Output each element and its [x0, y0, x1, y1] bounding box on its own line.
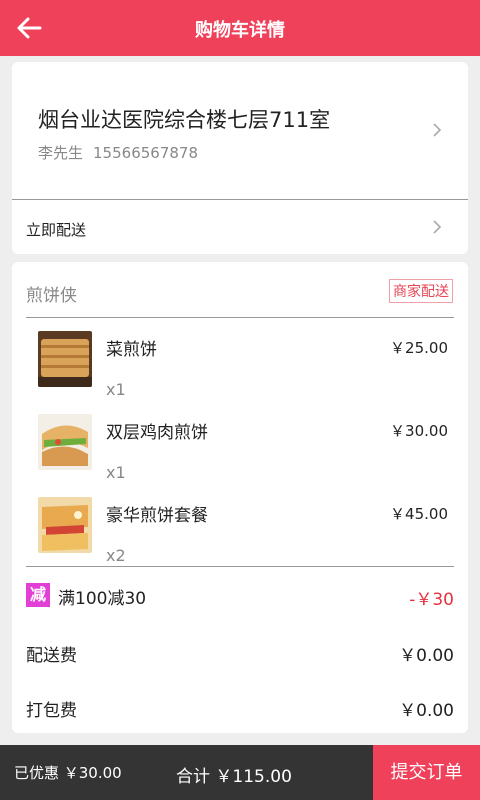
chevron-right-icon [430, 123, 444, 137]
item-price: ￥25.00 [390, 339, 448, 357]
promo-row: 减 满100减30 -￥30 [12, 577, 468, 617]
item-image [38, 414, 92, 470]
item-quantity: x1 [106, 463, 126, 482]
contact-name: 李先生 [38, 144, 84, 162]
item-price: ￥30.00 [390, 422, 448, 440]
item-quantity: x1 [106, 380, 126, 399]
item-name: 双层鸡肉煎饼 [106, 423, 208, 443]
order-card: 煎饼侠 商家配送 菜煎饼 ￥25.00 x1 双层鸡肉煎饼 ￥30.00 x1 … [12, 262, 468, 733]
order-total: 合计 ￥115.00 [176, 767, 292, 787]
cart-item: 双层鸡肉煎饼 ￥30.00 x1 [12, 414, 468, 494]
delivery-time-row[interactable]: 立即配送 [12, 200, 468, 254]
packing-fee-label: 打包费 [26, 701, 77, 721]
divider [26, 317, 454, 318]
delivery-fee-value: ￥0.00 [399, 646, 454, 666]
packing-fee-value: ￥0.00 [399, 701, 454, 721]
page-title: 购物车详情 [195, 20, 285, 41]
item-name: 豪华煎饼套餐 [106, 506, 208, 526]
promo-text: 满100减30 [58, 589, 147, 609]
top-bar: 购物车详情 [0, 0, 480, 56]
promo-badge: 减 [26, 583, 50, 607]
contact-info: 李先生 15566567878 [38, 142, 198, 163]
cart-item: 菜煎饼 ￥25.00 x1 [12, 331, 468, 411]
packing-fee-row: 打包费 ￥0.00 [12, 688, 468, 728]
checkout-bar: 已优惠 ￥30.00 合计 ￥115.00 提交订单 [0, 745, 480, 800]
discount-total: 已优惠 ￥30.00 [14, 764, 122, 782]
cart-item: 豪华煎饼套餐 ￥45.00 x2 [12, 497, 468, 577]
contact-phone: 15566567878 [93, 144, 198, 162]
address-line: 烟台业达医院综合楼七层711室 [38, 108, 331, 132]
item-image [38, 331, 92, 387]
item-name: 菜煎饼 [106, 340, 157, 360]
address-row[interactable]: 烟台业达医院综合楼七层711室 李先生 15566567878 [12, 62, 468, 199]
promo-amount: -￥30 [409, 590, 454, 610]
delivery-fee-row: 配送费 ￥0.00 [12, 633, 468, 673]
address-card: 烟台业达医院综合楼七层711室 李先生 15566567878 立即配送 [12, 62, 468, 254]
item-quantity: x2 [106, 546, 126, 565]
delivery-fee-label: 配送费 [26, 646, 77, 666]
item-price: ￥45.00 [390, 505, 448, 523]
shipping-tag: 商家配送 [389, 279, 453, 303]
submit-order-button[interactable]: 提交订单 [373, 745, 480, 800]
chevron-right-icon [430, 220, 444, 234]
divider [26, 566, 454, 567]
delivery-time-label: 立即配送 [26, 221, 87, 239]
shop-name: 煎饼侠 [26, 286, 77, 306]
item-image [38, 497, 92, 553]
